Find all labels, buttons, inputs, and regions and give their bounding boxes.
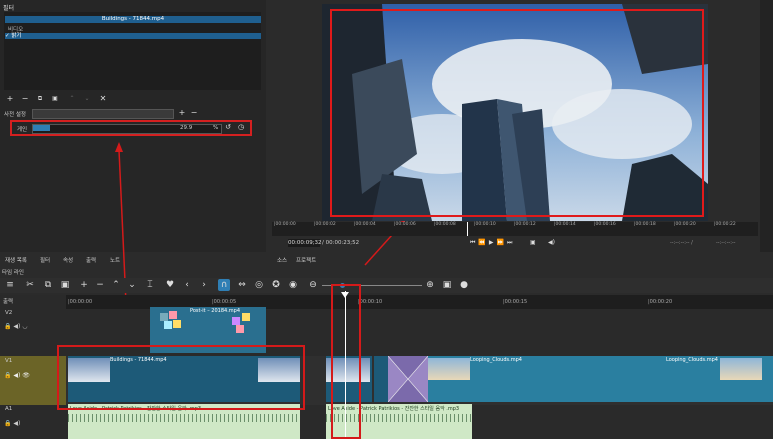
postit-thumbnail: [230, 313, 256, 333]
tab-filters[interactable]: 필터: [37, 255, 53, 265]
ruler-tick: |00:00:18: [634, 222, 656, 227]
paste-icon[interactable]: ▣: [59, 279, 71, 291]
ripple-markers-icon[interactable]: ◉: [287, 279, 299, 291]
transition-clip[interactable]: [388, 356, 428, 402]
right-side-panel: [760, 0, 773, 252]
clip-thumbnail: [428, 358, 470, 380]
ruler-tick: |00:00:06: [394, 222, 416, 227]
menu-icon[interactable]: ≡: [4, 279, 16, 291]
overwrite-icon[interactable]: ⌄: [126, 279, 138, 291]
tab-project[interactable]: 프로젝트: [293, 255, 319, 265]
tab-properties[interactable]: 속성: [60, 255, 76, 265]
ripple-all-icon[interactable]: ✪: [270, 279, 282, 291]
transition-icon: [388, 356, 428, 402]
postit-thumbnail: [158, 311, 184, 331]
v1-track-controls[interactable]: 🔒 ◀) 👁: [4, 372, 30, 379]
marker-icon[interactable]: ♥: [164, 279, 176, 291]
track-name-v1: V1: [5, 358, 13, 364]
a1-track-controls[interactable]: 🔒 ◀): [4, 420, 20, 427]
tl-ruler-tick: |00:00:05: [212, 299, 237, 305]
prev-marker-icon[interactable]: ‹: [181, 279, 193, 291]
copy-icon[interactable]: ⧉: [42, 279, 54, 291]
clip-label: Looping_Clouds.mp4: [470, 357, 522, 363]
ripple-delete-icon[interactable]: −: [94, 279, 106, 291]
volume-icon[interactable]: ◀): [548, 239, 555, 246]
clip-annotation-box: [57, 345, 305, 410]
next-marker-icon[interactable]: ›: [198, 279, 210, 291]
viewer-annotation-box: [330, 9, 704, 217]
ruler-tick: |00:00:14: [554, 222, 576, 227]
ruler-tick: |00:00:04: [354, 222, 376, 227]
current-timecode[interactable]: 00:00:09;32: [288, 239, 322, 247]
output-label: 출력: [3, 299, 14, 305]
clip-label: Looping_Clouds.mp4: [666, 357, 718, 363]
viewer-ruler[interactable]: |00:00:00 |00:00:02 |00:00:04 |00:00:06 …: [272, 222, 758, 236]
playhead-annotation-box: [331, 284, 361, 439]
out-point[interactable]: --:--:--:--: [716, 240, 736, 246]
ruler-tick: |00:00:20: [674, 222, 696, 227]
track-name-a1: A1: [5, 406, 13, 412]
ruler-tick: |00:00:12: [514, 222, 536, 227]
ruler-tick: |00:00:16: [594, 222, 616, 227]
in-point[interactable]: --:--:--:-- /: [670, 240, 693, 246]
scrub-icon[interactable]: ⇔: [236, 279, 248, 291]
tl-ruler-tick: |00:00:10: [358, 299, 383, 305]
timeline-title: 타임 라인: [2, 270, 24, 276]
split-icon[interactable]: ⌶: [144, 279, 156, 291]
tab-playlist[interactable]: 재생 목록: [2, 255, 30, 265]
tl-ruler-tick: |00:00:15: [503, 299, 528, 305]
ruler-tick: |00:00:22: [714, 222, 736, 227]
timeline-clip-v1-third[interactable]: [374, 356, 388, 402]
transport-controls: ⏮⏪▶⏩⏭: [470, 239, 516, 246]
ruler-tick: |00:00:00: [274, 222, 296, 227]
v2-track-controls[interactable]: 🔒 ◀) ◡: [4, 323, 27, 330]
tl-ruler-tick: |00:00:20: [648, 299, 673, 305]
audio-waveform: [68, 414, 300, 422]
zoom-fit-icon[interactable]: ▣: [441, 279, 453, 291]
viewer-playhead[interactable]: [467, 222, 468, 236]
record-icon[interactable]: ●: [458, 279, 470, 291]
cut-icon[interactable]: ✂: [24, 279, 36, 291]
tab-export[interactable]: 출력: [83, 255, 99, 265]
tab-source[interactable]: 소스: [274, 255, 290, 265]
ruler-tick: |00:00:08: [434, 222, 456, 227]
grid-icon[interactable]: ▣: [530, 239, 536, 246]
ruler-tick: |00:00:02: [314, 222, 336, 227]
total-timecode: / 00:00:23;52: [322, 240, 360, 246]
tab-notes[interactable]: 노트: [107, 255, 123, 265]
track-name-v2: V2: [5, 310, 13, 316]
timeline-clip-v1-clouds-2[interactable]: Looping_Clouds.mp4: [664, 356, 773, 402]
ripple-icon[interactable]: ◎: [253, 279, 265, 291]
lift-icon[interactable]: ⌃: [110, 279, 122, 291]
append-icon[interactable]: +: [78, 279, 90, 291]
snap-icon[interactable]: ∩: [218, 279, 230, 291]
zoom-out-icon[interactable]: ⊖: [307, 279, 319, 291]
timeline-clip-v1-clouds[interactable]: Looping_Clouds.mp4: [428, 356, 664, 402]
zoom-in-icon[interactable]: ⊕: [424, 279, 436, 291]
ruler-tick: |00:00:10: [474, 222, 496, 227]
clip-thumbnail: [720, 358, 762, 380]
tl-ruler-tick: |00:00:00: [68, 299, 93, 305]
